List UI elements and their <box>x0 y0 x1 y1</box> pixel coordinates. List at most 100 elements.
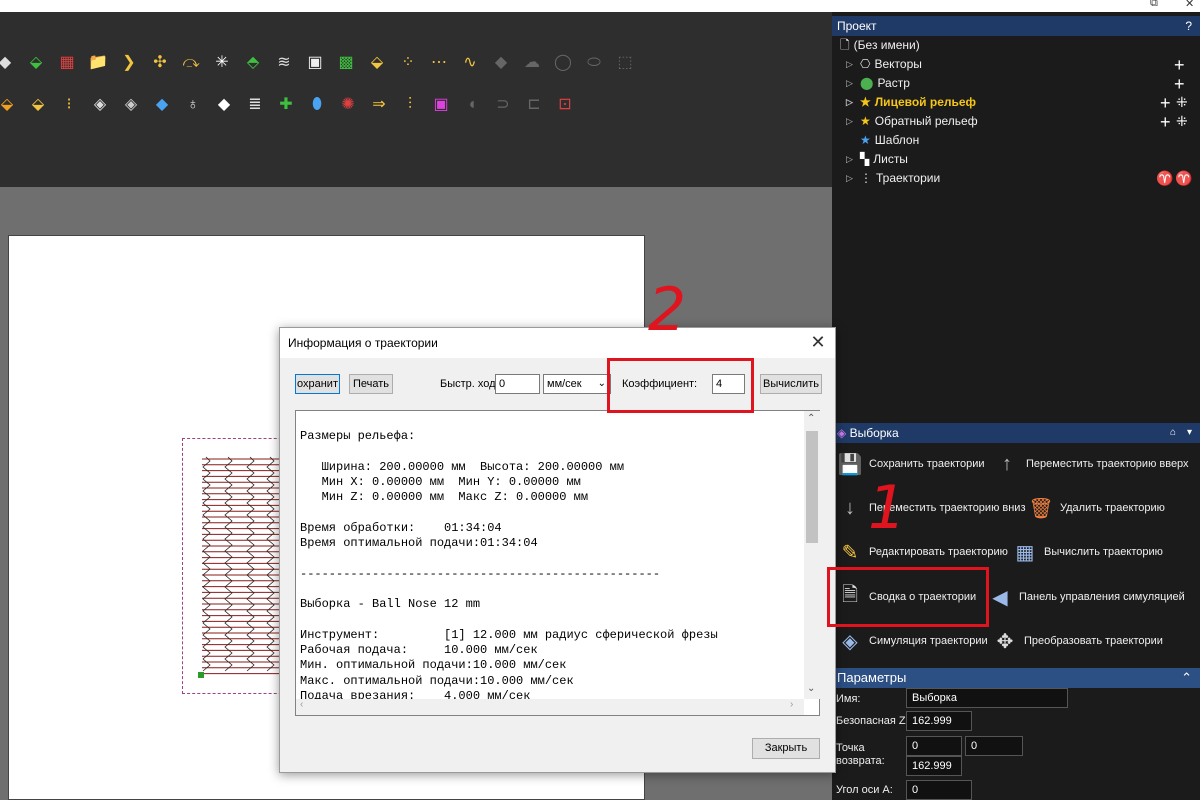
template-star-icon: ★ <box>860 133 871 147</box>
relief-rosette-icon[interactable]: ✺ <box>337 94 359 116</box>
tree-item-vectors[interactable]: ▷ ⎔ Векторы <box>846 55 922 74</box>
relief-sub-icon[interactable]: ⬙ <box>27 94 49 116</box>
return-z-field[interactable]: 162.999 <box>906 756 962 776</box>
help-icon[interactable]: ? <box>1185 16 1192 36</box>
relief-tool-icon[interactable]: ♁ <box>182 94 204 116</box>
scroll-right-icon[interactable]: › <box>790 699 793 710</box>
star-burst-icon[interactable]: ✳ <box>211 52 233 74</box>
edit-toolpath-button[interactable]: ✎ Редактировать траекторию <box>837 536 1008 568</box>
horizontal-scrollbar[interactable]: ‹ › <box>296 699 804 715</box>
dialog-close-icon[interactable]: ✕ <box>802 328 834 358</box>
move-toolpath-up-button[interactable]: ↑ Переместить траекторию вверх <box>994 448 1189 480</box>
calculate-toolpath-button[interactable]: ▦ Вычислить траекторию <box>1012 536 1163 568</box>
diamond-layer-icon[interactable]: ⬘ <box>242 52 264 74</box>
disabled-tool-3-icon[interactable]: ◯ <box>552 52 574 74</box>
tree-item-project[interactable]: 🗋 (Без имени) <box>840 36 920 55</box>
grid-import-icon[interactable]: ▦ <box>56 52 78 74</box>
tree-item-front-relief[interactable]: ▷ ★ Лицевой рельеф <box>846 93 976 112</box>
relief-disabled-2-icon[interactable]: ⊃ <box>492 94 514 116</box>
restore-icon[interactable]: ⧉ <box>1150 0 1158 10</box>
scroll-left-icon[interactable]: ‹ <box>300 699 303 710</box>
grid-back-icon[interactable]: ⁜ <box>1176 113 1188 130</box>
relief-add-icon[interactable]: ⬙ <box>0 94 18 116</box>
return-x-field[interactable]: 0 <box>906 736 962 756</box>
relief-layers-icon[interactable]: ≣ <box>244 94 266 116</box>
angle-a-field[interactable]: 0 <box>906 780 972 800</box>
relief-stack-icon[interactable]: ◈ <box>120 94 142 116</box>
relief-flat-icon[interactable]: ◈ <box>89 94 111 116</box>
units-select[interactable]: мм/сек ⌄ <box>543 374 611 394</box>
add-vector-icon[interactable]: + <box>1174 56 1185 74</box>
tooth-grey-icon[interactable]: ♈ <box>1175 170 1192 187</box>
expand-icon[interactable]: ▷ <box>846 55 856 74</box>
tooth-icon[interactable]: ♈ <box>1156 170 1173 187</box>
tree-item-raster[interactable]: ▷ ⬤ Растр <box>846 74 910 93</box>
expand-icon[interactable]: ▷ <box>846 169 856 188</box>
scroll-thumb[interactable] <box>806 431 818 543</box>
scroll-down-icon[interactable]: ⌄ <box>807 683 815 694</box>
disabled-tool-5-icon[interactable]: ⬚ <box>614 52 636 74</box>
expand-icon[interactable]: ▷ <box>846 112 856 131</box>
save-button[interactable]: охранит <box>295 374 340 394</box>
transform-toolpaths-button[interactable]: ✥ Преобразовать траектории <box>992 625 1163 657</box>
scroll-up-icon[interactable]: ⌃ <box>807 413 815 424</box>
calculate-button[interactable]: Вычислить <box>760 374 822 394</box>
simulate-toolpath-button[interactable]: ◈ Симуляция траектории <box>837 625 987 657</box>
relief-blue-icon[interactable]: ◆ <box>151 94 173 116</box>
expand-icon[interactable]: ▷ <box>846 150 856 169</box>
tree-item-label: Траектории <box>876 171 941 185</box>
chevron-up-icon[interactable]: ⌃ <box>1181 668 1192 688</box>
tile-icon[interactable]: ▩ <box>335 52 357 74</box>
disabled-tool-2-icon[interactable]: ☁ <box>521 52 543 74</box>
rapid-input[interactable]: 0 <box>495 374 540 394</box>
vector-node-icon[interactable]: ◆ <box>0 52 16 74</box>
vertical-scrollbar[interactable]: ⌃ ⌄ <box>804 411 820 699</box>
dotted-line-icon[interactable]: ⋯ <box>428 52 450 74</box>
chevron-vector-icon[interactable]: ❯ <box>118 52 140 74</box>
close-window-icon[interactable]: ✕ <box>1185 0 1194 10</box>
add-front-relief-icon[interactable]: + <box>1160 94 1171 112</box>
tree-item-toolpaths[interactable]: ▷ ⋮ Траектории <box>846 169 940 188</box>
move-toolpath-down-button[interactable]: ↓ Переместить траекторию вниз <box>837 492 1025 524</box>
grid-front-icon[interactable]: ⁜ <box>1176 94 1188 111</box>
add-raster-icon[interactable]: + <box>1174 75 1185 93</box>
tree-item-template[interactable]: ★ Шаблон <box>860 131 919 150</box>
relief-diamond-icon[interactable]: ◆ <box>213 94 235 116</box>
expand-icon[interactable]: ▷ <box>846 93 856 112</box>
print-button[interactable]: Печать <box>349 374 393 394</box>
disabled-tool-4-icon[interactable]: ⬭ <box>583 52 605 74</box>
disabled-tool-1-icon[interactable]: ◆ <box>490 52 512 74</box>
polyline-icon[interactable]: ∿ <box>459 52 481 74</box>
save-toolpaths-button[interactable]: 💾 Сохранить траектории <box>837 448 985 480</box>
curve-vector-icon[interactable]: ⤼ <box>180 52 202 74</box>
relief-dots-icon[interactable]: ⁝ <box>58 94 80 116</box>
relief-plus-icon[interactable]: ✚ <box>275 94 297 116</box>
relief-disabled-1-icon[interactable]: ◖ <box>461 94 483 116</box>
delete-toolpath-button[interactable]: 🗑 Удалить траекторию <box>1028 492 1165 524</box>
name-field[interactable]: Выборка <box>906 688 1068 708</box>
relief-disabled-3-icon[interactable]: ⊏ <box>523 94 545 116</box>
sparkle-vector-icon[interactable]: ✣ <box>149 52 171 74</box>
relief-select-icon[interactable]: ▣ <box>430 94 452 116</box>
frame-icon[interactable]: ▣ <box>304 52 326 74</box>
pin-icon[interactable]: ⌂ <box>1170 423 1176 443</box>
return-y-field[interactable]: 0 <box>965 736 1023 756</box>
relief-center-icon[interactable]: ⊡ <box>554 94 576 116</box>
close-button[interactable]: Закрыть <box>752 738 820 759</box>
safe-z-field[interactable]: 162.999 <box>906 711 972 731</box>
relief-arrow-icon[interactable]: ⇒ <box>368 94 390 116</box>
relief-drop-icon[interactable]: ⬮ <box>306 94 328 116</box>
relief-mirror-icon[interactable]: ⫶ <box>399 94 421 116</box>
collapse-icon[interactable]: ▾ <box>1187 423 1192 443</box>
node-points-icon[interactable]: ⁘ <box>397 52 419 74</box>
tree-item-back-relief[interactable]: ▷ ★ Обратный рельеф <box>846 112 978 131</box>
expand-icon[interactable]: ▷ <box>846 74 856 93</box>
add-back-relief-icon[interactable]: + <box>1160 113 1171 131</box>
simulation-control-panel-button[interactable]: ◀ Панель управления симуляцией <box>987 581 1184 613</box>
info-text-area[interactable]: Размеры рельефа: Ширина: 200.00000 мм Вы… <box>295 410 820 716</box>
folder-star-icon[interactable]: 📁 <box>87 52 109 74</box>
stamp-icon[interactable]: ⬙ <box>366 52 388 74</box>
tree-item-sheets[interactable]: ▷ ▚ Листы <box>846 150 908 169</box>
layer-icon[interactable]: ⬙ <box>25 52 47 74</box>
waves-icon[interactable]: ≋ <box>273 52 295 74</box>
